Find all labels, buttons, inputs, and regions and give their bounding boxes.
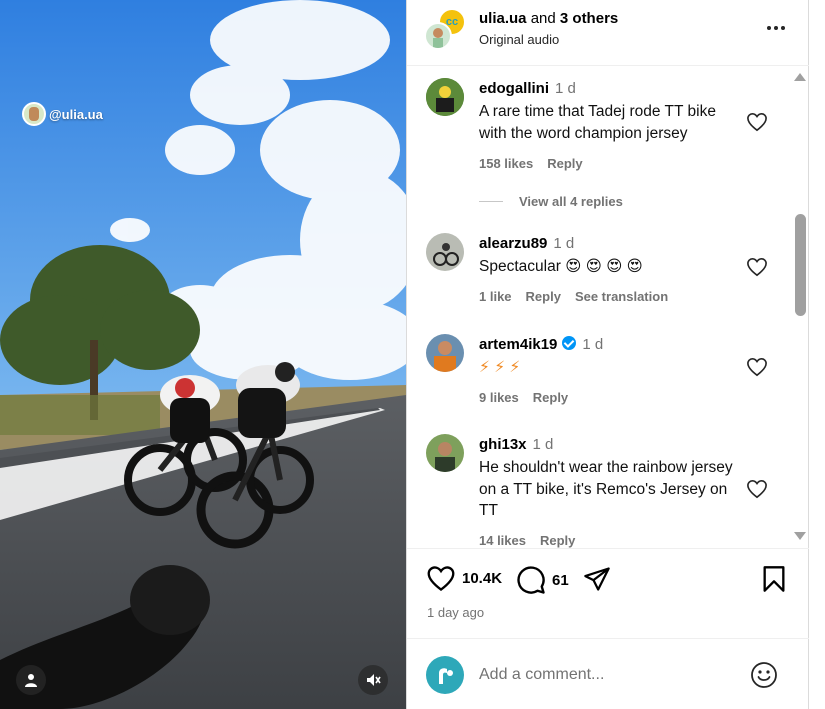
add-comment-bar: [407, 638, 809, 709]
person-icon: [25, 674, 37, 687]
reel-video[interactable]: @ulia.ua: [0, 0, 406, 709]
comment-meta: 14 likes Reply: [479, 533, 575, 548]
owner-others-link[interactable]: 3 others: [560, 10, 618, 27]
profile-button[interactable]: [16, 665, 46, 695]
comment-meta: 9 likes Reply: [479, 390, 568, 405]
save-action[interactable]: [761, 565, 787, 593]
comment-avatar[interactable]: [426, 334, 464, 372]
comment-author[interactable]: artem4ik19 1 d: [479, 336, 603, 353]
tag-avatar: [22, 102, 46, 126]
comment-avatar[interactable]: [426, 434, 464, 472]
comment-author[interactable]: alearzu89 1 d: [479, 235, 574, 252]
more-options-button[interactable]: [763, 18, 789, 38]
comment-text: ⚡ ⚡ ⚡: [479, 359, 521, 376]
comment-author[interactable]: ghi13x 1 d: [479, 436, 553, 453]
comment-avatar[interactable]: [426, 78, 464, 116]
comment-text: He shouldn't wear the rainbow jersey on …: [479, 459, 733, 519]
video-user-tag[interactable]: @ulia.ua: [22, 102, 103, 126]
collab-avatar-2: [424, 22, 452, 50]
comment-like-icon[interactable]: [746, 257, 768, 277]
comment-like-icon[interactable]: [746, 112, 768, 132]
owner-connector: and: [530, 10, 556, 27]
scroll-thumb[interactable]: [795, 214, 806, 316]
comment-time: 1 d: [532, 436, 554, 453]
comment-reply-button[interactable]: Reply: [533, 390, 568, 405]
like-action[interactable]: 10.4K: [426, 565, 502, 592]
view-replies-label[interactable]: View all 4 replies: [519, 194, 623, 209]
owner-username[interactable]: ulia.ua: [479, 10, 527, 27]
collab-avatars[interactable]: cc: [424, 8, 466, 50]
mute-button[interactable]: [358, 665, 388, 695]
verified-badge-icon: [562, 336, 577, 350]
comment-reply-button[interactable]: Reply: [540, 533, 575, 548]
comment-likes[interactable]: 9 likes: [479, 390, 519, 405]
comment-meta: 158 likes Reply: [479, 156, 583, 171]
comment-text: Spectacular 😍 😍 😍 😍: [479, 258, 643, 275]
comments-scrollbar[interactable]: [791, 66, 809, 548]
comment-bubble-icon[interactable]: [516, 565, 546, 595]
share-action[interactable]: [582, 565, 612, 593]
post-owner: ulia.ua and 3 others: [479, 10, 618, 27]
more-dot-icon: [774, 26, 778, 30]
comment-username[interactable]: edogallini: [479, 80, 549, 97]
comment-likes[interactable]: 1 like: [479, 289, 512, 304]
comment-time: 1 d: [555, 80, 576, 97]
replies-divider: [479, 201, 503, 202]
more-dot-icon: [781, 26, 785, 30]
bookmark-icon[interactable]: [761, 565, 787, 593]
reel-side-panel: cc ulia.ua and 3 others Original audio e…: [406, 0, 809, 709]
send-icon[interactable]: [582, 565, 612, 593]
speaker-muted-icon: [367, 674, 381, 686]
like-count[interactable]: 10.4K: [462, 570, 502, 587]
comment-like-icon[interactable]: [746, 479, 768, 499]
tag-text: @ulia.ua: [49, 106, 103, 122]
current-user-avatar: [426, 656, 464, 694]
comment-likes[interactable]: 14 likes: [479, 533, 526, 548]
comment-username[interactable]: ghi13x: [479, 436, 527, 453]
post-date[interactable]: 1 day ago: [427, 605, 484, 620]
comment-author[interactable]: edogallini 1 d: [479, 80, 576, 97]
comment-count[interactable]: 61: [552, 572, 569, 589]
post-actions: 10.4K 61 1 day ago: [407, 548, 809, 638]
comment-text: A rare time that Tadej rode TT bike with…: [479, 103, 716, 142]
comment-action[interactable]: 61: [516, 565, 569, 595]
heart-icon[interactable]: [426, 565, 456, 592]
comments-list[interactable]: edogallini 1 d A rare time that Tadej rod…: [407, 66, 791, 548]
audio-label[interactable]: Original audio: [479, 32, 559, 47]
comment-reply-button[interactable]: Reply: [526, 289, 561, 304]
comment-time: 1 d: [553, 235, 575, 252]
comment-meta: 1 like Reply See translation: [479, 289, 668, 304]
comment-username[interactable]: alearzu89: [479, 235, 547, 252]
comment-likes[interactable]: 158 likes: [479, 156, 533, 171]
add-comment-input[interactable]: [479, 663, 729, 687]
post-header: cc ulia.ua and 3 others Original audio: [407, 0, 809, 66]
comment-time: 1 d: [582, 336, 604, 353]
more-dot-icon: [767, 26, 771, 30]
emoji-icon[interactable]: [750, 661, 778, 689]
comment-reply-button[interactable]: Reply: [547, 156, 582, 171]
comment-avatar[interactable]: [426, 233, 464, 271]
scroll-up-arrow-icon[interactable]: [794, 73, 806, 81]
view-replies[interactable]: View all 4 replies: [479, 194, 623, 209]
comment-username[interactable]: artem4ik19: [479, 336, 557, 353]
see-translation-button[interactable]: See translation: [575, 289, 668, 304]
scroll-down-arrow-icon[interactable]: [794, 532, 806, 540]
comment-like-icon[interactable]: [746, 357, 768, 377]
